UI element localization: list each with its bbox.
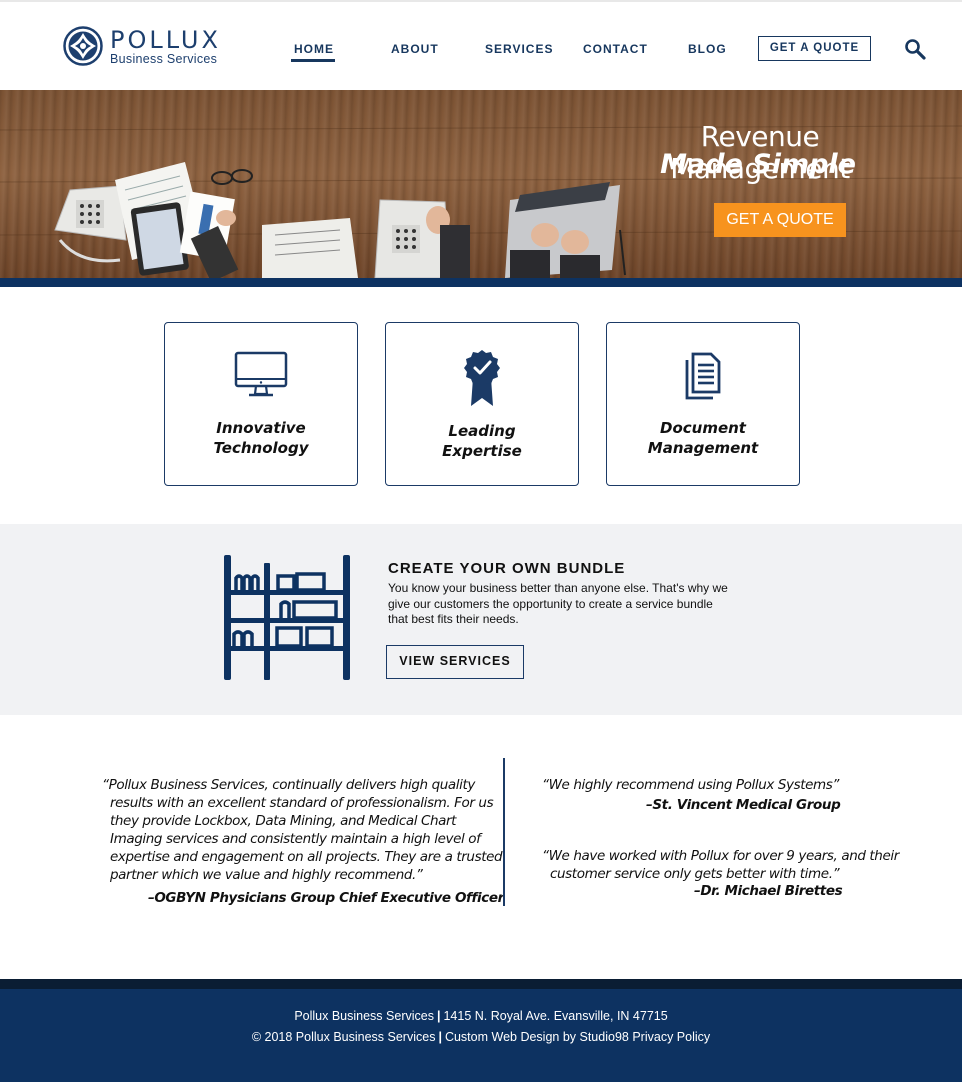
logo[interactable]: POLLUX Business Services bbox=[63, 26, 233, 68]
bundle-description-line: You know your business better than anyon… bbox=[388, 581, 728, 595]
testimonial-left-line: Imaging services and consistently mainta… bbox=[110, 831, 481, 847]
bundle-description: You know your business better than anyon… bbox=[388, 581, 738, 628]
view-services-button[interactable]: VIEW SERVICES bbox=[386, 645, 524, 679]
footer-address-line: Pollux Business Services | 1415 N. Royal A… bbox=[0, 1008, 962, 1024]
testimonial-left-line: expertise and engagement on all projects… bbox=[110, 849, 503, 865]
bundle-description-line: that best fits their needs. bbox=[388, 612, 519, 626]
logo-subtitle: Business Services bbox=[110, 52, 218, 66]
hero-bottom-stripe bbox=[0, 278, 962, 287]
nav-home[interactable]: HOME bbox=[294, 42, 334, 56]
hero-get-a-quote-button[interactable]: GET A QUOTE bbox=[714, 203, 846, 237]
testimonial-left-line: “Pollux Business Services, continually d… bbox=[102, 777, 475, 793]
feature-label-line-1: Leading bbox=[448, 422, 516, 440]
footer-address: 1415 N. Royal Ave. Evansville, IN 47715 bbox=[443, 1009, 668, 1023]
feature-card-expertise[interactable]: Leading Expertise bbox=[385, 322, 579, 486]
nav-active-indicator bbox=[291, 59, 335, 62]
footer-copyright: © 2018 Pollux Business Services bbox=[251, 1030, 436, 1044]
site-header: POLLUX Business Services HOME ABOUT SERV… bbox=[0, 2, 962, 90]
logo-name: POLLUX bbox=[110, 26, 221, 54]
testimonial-right-top-attribution: –St. Vincent Medical Group bbox=[646, 797, 841, 813]
desk-phone-left bbox=[54, 185, 127, 263]
feature-card-technology[interactable]: Innovative Technology bbox=[164, 322, 358, 486]
nav-get-a-quote-button[interactable]: GET A QUOTE bbox=[758, 36, 871, 61]
feature-label-line-2: Expertise bbox=[442, 442, 522, 460]
monitor-icon bbox=[234, 351, 288, 397]
testimonial-right-top-line: “We highly recommend using Pollux System… bbox=[542, 777, 840, 793]
feature-label-line-2: Technology bbox=[213, 439, 309, 457]
nav-services[interactable]: SERVICES bbox=[485, 42, 553, 56]
feature-card-document[interactable]: Document Management bbox=[606, 322, 800, 486]
testimonial-left-attribution: –OGBYN Physicians Group Chief Executive … bbox=[148, 890, 504, 906]
pollux-logo-icon bbox=[63, 26, 103, 66]
footer-company: Pollux Business Services bbox=[294, 1009, 434, 1023]
testimonial-right-bottom-line: “We have worked with Pollux for over 9 y… bbox=[542, 848, 899, 864]
testimonial-left-line: they provide Lockbox, Data Mining, and M… bbox=[110, 813, 457, 829]
feature-label-line-2: Management bbox=[647, 439, 759, 457]
testimonial-divider bbox=[503, 758, 505, 906]
footer-separator: | bbox=[436, 1009, 441, 1023]
feature-label-line-1: Innovative bbox=[216, 419, 306, 437]
footer-design-credit-link[interactable]: Custom Web Design by Studio98 bbox=[445, 1030, 629, 1044]
award-badge-icon bbox=[464, 350, 500, 406]
nav-about[interactable]: ABOUT bbox=[391, 42, 439, 56]
footer-privacy-link[interactable]: Privacy Policy bbox=[632, 1030, 710, 1044]
shelf-icon bbox=[224, 555, 350, 680]
nav-blog[interactable]: BLOG bbox=[688, 42, 727, 56]
footer-top-stripe bbox=[0, 979, 962, 989]
feature-label-line-1: Document bbox=[660, 419, 746, 437]
testimonial-right-bottom-line: customer service only gets better with t… bbox=[550, 866, 840, 882]
search-icon[interactable] bbox=[904, 38, 926, 60]
testimonial-right-bottom-attribution: –Dr. Michael Birettes bbox=[694, 883, 843, 899]
bundle-description-line: give our customers the opportunity to cr… bbox=[388, 596, 713, 611]
bundle-title: CREATE YOUR OWN BUNDLE bbox=[388, 560, 626, 577]
site-footer: Pollux Business Services | 1415 N. Royal A… bbox=[0, 989, 962, 1082]
testimonial-left-line: results with an excellent standard of pr… bbox=[110, 795, 494, 811]
document-icon bbox=[685, 352, 721, 400]
footer-separator: | bbox=[438, 1030, 442, 1044]
hero-title-line-2: Made Simple bbox=[660, 149, 856, 180]
nav-contact[interactable]: CONTACT bbox=[583, 42, 648, 56]
testimonial-left-line: partner which we value and highly recomm… bbox=[110, 867, 423, 883]
footer-copyright-line: © 2018 Pollux Business Services | Custom W… bbox=[0, 1029, 962, 1045]
